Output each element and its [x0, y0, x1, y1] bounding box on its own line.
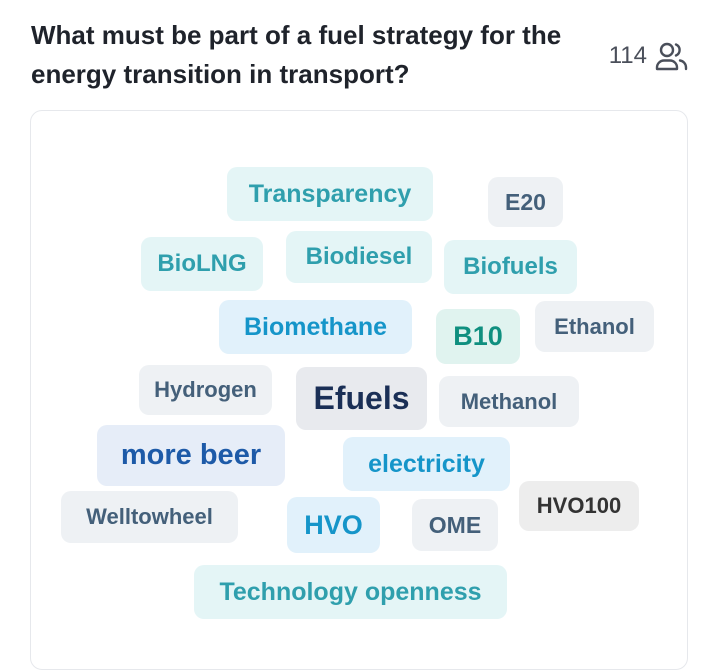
- word-cloud-item: more beer: [97, 425, 285, 486]
- word-cloud-item: Methanol: [439, 376, 579, 427]
- word-cloud-item: E20: [488, 177, 563, 227]
- word-cloud-item: Ethanol: [535, 301, 654, 352]
- word-cloud-item: Hydrogen: [139, 365, 272, 415]
- word-cloud-item: Biodiesel: [286, 231, 432, 283]
- word-cloud-item: Biomethane: [219, 300, 412, 354]
- respondent-count: 114: [608, 42, 647, 69]
- word-cloud-item: Welltowheel: [61, 491, 238, 543]
- word-cloud-item: Transparency: [227, 167, 433, 221]
- word-cloud-card: Transparency E20 BioLNG Biodiesel Biofue…: [30, 110, 688, 670]
- word-cloud-item: Technology openness: [194, 565, 507, 619]
- word-cloud-item: OME: [412, 499, 498, 551]
- word-cloud-item: B10: [436, 309, 520, 364]
- question-title: What must be part of a fuel strategy for…: [31, 20, 562, 89]
- word-cloud-item: HVO: [287, 497, 380, 553]
- word-cloud-item: electricity: [343, 437, 510, 491]
- word-cloud-item: Biofuels: [444, 240, 577, 294]
- word-cloud-item: BioLNG: [141, 237, 263, 291]
- users-icon: [655, 40, 689, 72]
- word-cloud-item: HVO100: [519, 481, 639, 531]
- word-cloud-item: Efuels: [296, 367, 427, 430]
- respondent-counter: 114: [609, 40, 689, 72]
